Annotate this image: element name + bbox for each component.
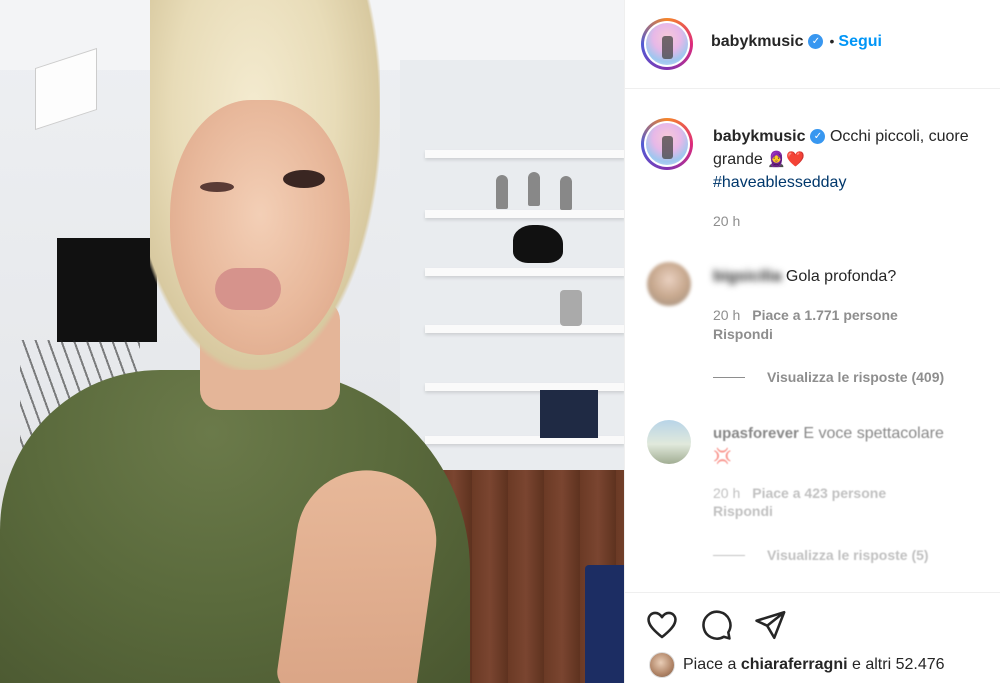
avatar-image (646, 23, 688, 65)
photo-shelf (425, 210, 624, 218)
header-username[interactable]: babykmusic (711, 33, 803, 50)
paper-plane-icon[interactable] (753, 608, 787, 642)
view-replies-label: Visualizza le risposte (5) (767, 547, 929, 563)
photo-shelf (425, 268, 624, 276)
photo-elephant-figurine (513, 225, 563, 263)
header-user-row: babykmusic ✓ • Segui (711, 33, 882, 51)
comment-username[interactable]: bigsicilia (713, 268, 781, 285)
comment-avatar[interactable] (647, 262, 691, 306)
photo-speaker (57, 238, 157, 342)
photo-shelf (425, 325, 624, 333)
comment-reply-button[interactable]: Rispondi (713, 326, 773, 342)
photo-statue (560, 176, 572, 210)
comment-time[interactable]: 20 h (713, 307, 740, 323)
verified-badge-icon: ✓ (810, 129, 826, 145)
comment-text: Gola profonda? (785, 268, 897, 285)
comment-emoji: 💢 (713, 448, 732, 465)
comment-username[interactable]: upasforever (713, 425, 799, 442)
likes-summary: Piace a chiaraferragni e altri 52.476 (649, 652, 945, 678)
likes-user[interactable]: chiaraferragni (741, 656, 848, 674)
header-avatar[interactable] (641, 18, 693, 70)
view-replies-label: Visualizza le risposte (409) (767, 369, 945, 385)
post-photo[interactable] (0, 0, 624, 683)
comment-text-block: bigsicilia Gola profonda? (713, 265, 1000, 288)
comment-reply-button[interactable]: Rispondi (713, 503, 773, 519)
view-replies-button[interactable]: Visualizza le risposte (409) (713, 369, 944, 385)
comment-bubble-icon[interactable] (699, 608, 733, 642)
view-replies-button[interactable]: Visualizza le risposte (5) (713, 547, 929, 563)
caption-username[interactable]: babykmusic (713, 128, 805, 145)
comment-time[interactable]: 20 h (713, 485, 740, 501)
photo-statue (528, 172, 540, 206)
comment-avatar[interactable] (647, 420, 691, 464)
comment-likes[interactable]: Piace a 1.771 persone (752, 307, 898, 323)
comment-text-block: upasforever E voce spettacolare 💢 (713, 422, 1000, 468)
verified-badge-icon: ✓ (808, 34, 824, 50)
comment-likes[interactable]: Piace a 423 persone (752, 485, 886, 501)
photo-statue (496, 175, 508, 209)
caption-text-block: babykmusic ✓ Occhi piccoli, cuore grande … (713, 125, 1000, 194)
comment-text: E voce spettacolare (803, 425, 944, 442)
caption-avatar[interactable] (641, 118, 693, 170)
post-side-panel: babykmusic ✓ • Segui babykmusic ✓ Occhi picc… (624, 0, 1000, 683)
post-header: babykmusic ✓ • Segui (625, 0, 1000, 89)
follow-button[interactable]: Segui (838, 33, 882, 50)
caption-hashtag[interactable]: #haveablessedday (713, 174, 846, 191)
comment-meta: 20 h Piace a 1.771 persone (713, 307, 898, 323)
avatar-image (646, 123, 688, 165)
likes-prefix: Piace a (683, 656, 737, 673)
photo-vase (560, 290, 582, 326)
photo-eye-right (283, 170, 325, 188)
heart-icon[interactable] (645, 608, 679, 642)
photo-face (170, 100, 350, 355)
photo-frame (540, 390, 598, 438)
photo-lips (215, 268, 281, 310)
liker-avatar[interactable] (649, 652, 675, 678)
view-replies-line (713, 376, 745, 378)
photo-shelf (425, 150, 624, 158)
comment-meta: 20 h Piace a 423 persone (713, 485, 886, 501)
photo-eye-left (200, 182, 234, 192)
view-replies-line (713, 554, 745, 556)
likes-suffix[interactable]: e altri 52.476 (852, 656, 945, 674)
caption-emoji: 🧕❤️ (767, 151, 805, 168)
separator-dot: • (829, 33, 835, 49)
post-actions-bar (625, 592, 1000, 640)
photo-sofa (585, 565, 624, 683)
caption-time[interactable]: 20 h (713, 213, 740, 229)
